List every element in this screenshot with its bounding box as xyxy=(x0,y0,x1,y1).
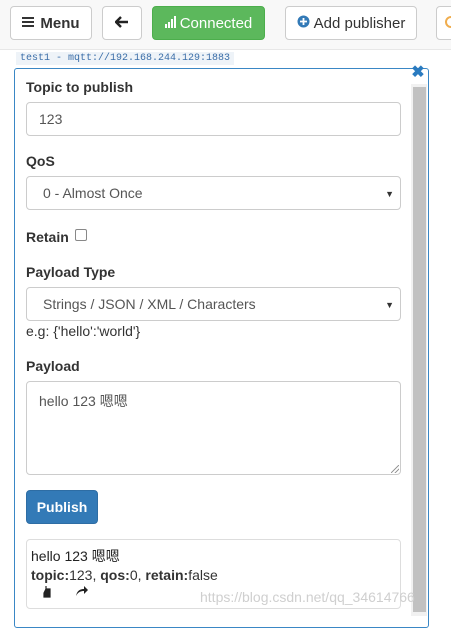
scrollbar-thumb[interactable] xyxy=(413,87,426,612)
signal-bars-icon xyxy=(164,15,177,32)
publish-button[interactable]: Publish xyxy=(26,490,98,524)
topic-key: topic: xyxy=(31,567,70,583)
back-button[interactable] xyxy=(102,6,142,40)
payload-textarea[interactable]: hello 123 嗯嗯 xyxy=(26,381,401,475)
extra-toolbar-button[interactable] xyxy=(436,6,451,40)
qos-value: 0 xyxy=(129,567,138,583)
payload-type-label: Payload Type xyxy=(26,264,116,280)
menu-button[interactable]: Menu xyxy=(10,6,92,40)
connected-button-label: Connected xyxy=(179,14,253,32)
retain-value: false xyxy=(188,567,218,583)
close-icon[interactable]: ✖ xyxy=(411,65,425,81)
qos-key: qos: xyxy=(100,567,130,583)
arrow-left-icon xyxy=(114,15,129,32)
add-publisher-label: Add publisher xyxy=(313,14,406,32)
circle-icon xyxy=(445,15,451,32)
chevron-down-icon: ▼ xyxy=(385,300,394,310)
connection-label: test1 - mqtt://192.168.244.129:1883 xyxy=(16,52,235,65)
topic-value: 123 xyxy=(69,567,93,583)
retain-label: Retain xyxy=(26,229,69,245)
qos-label: QoS xyxy=(26,153,55,169)
last-message-meta: topic:123, qos:0, retain:false xyxy=(31,567,218,583)
retain-key: retain: xyxy=(145,567,189,583)
payload-label: Payload xyxy=(26,358,80,374)
plus-circle-icon xyxy=(297,15,310,32)
hamburger-icon xyxy=(22,15,35,32)
connected-button[interactable]: Connected xyxy=(152,6,265,40)
watermark: https://blog.csdn.net/qq_34614766 xyxy=(200,589,415,605)
qos-select-value: 0 - Almost Once xyxy=(43,185,143,201)
publish-button-label: Publish xyxy=(36,499,88,515)
add-publisher-button[interactable]: Add publisher xyxy=(285,6,417,40)
last-message-payload: hello 123 嗯嗯 xyxy=(31,548,120,564)
topic-input[interactable]: 123 xyxy=(26,102,401,136)
menu-button-label: Menu xyxy=(40,14,80,32)
hand-point-icon[interactable] xyxy=(40,585,56,601)
topic-input-value: 123 xyxy=(39,111,63,127)
payload-hint: e.g: {'hello':'world'} xyxy=(26,323,141,339)
share-arrow-icon[interactable] xyxy=(74,585,90,601)
resize-handle-icon[interactable] xyxy=(391,465,399,473)
topic-label: Topic to publish xyxy=(26,79,134,95)
chevron-down-icon: ▼ xyxy=(385,189,394,199)
qos-select[interactable]: 0 - Almost Once ▼ xyxy=(26,176,401,210)
top-toolbar: Menu Connected Add publisher xyxy=(0,0,451,50)
payload-type-value: Strings / JSON / XML / Characters xyxy=(43,296,256,312)
payload-type-select[interactable]: Strings / JSON / XML / Characters ▼ xyxy=(26,287,401,321)
retain-checkbox[interactable] xyxy=(75,229,87,241)
payload-textarea-value: hello 123 嗯嗯 xyxy=(39,393,128,409)
